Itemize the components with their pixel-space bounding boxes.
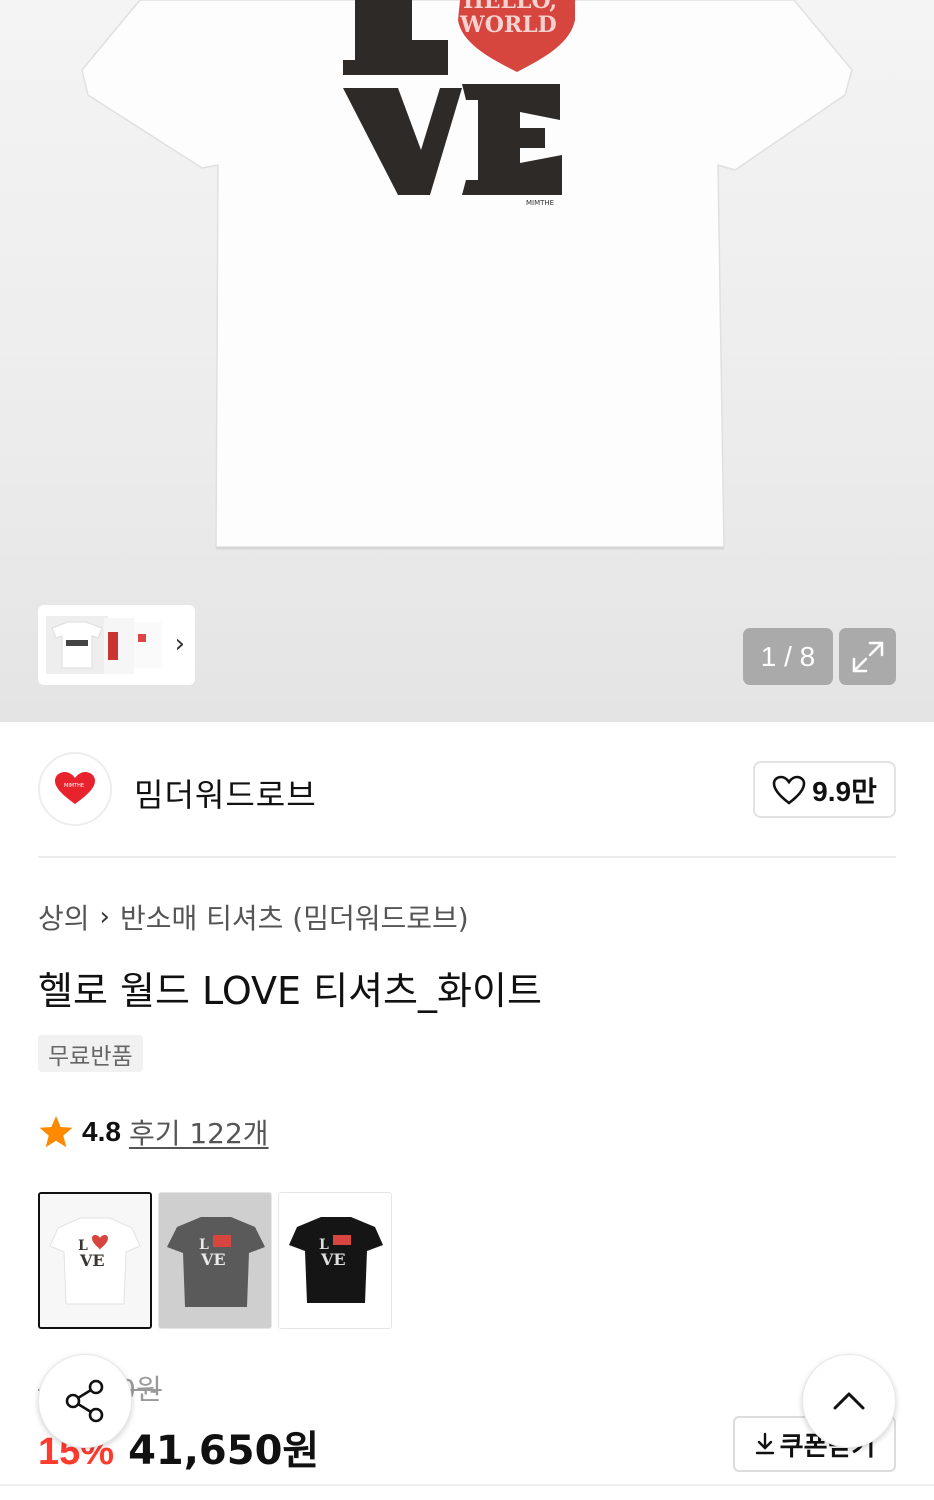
share-icon [65, 1379, 104, 1423]
download-icon [755, 1432, 774, 1455]
svg-text:VE: VE [200, 1250, 226, 1269]
like-count: 9.9만 [812, 775, 877, 807]
product-image-gallery[interactable]: HELLO, WORLD MIMTHE › 1 / 8 [0, 0, 934, 722]
thumbnail-strip[interactable]: › [38, 605, 195, 685]
expand-icon [852, 641, 883, 672]
heart-icon [772, 775, 806, 805]
color-options: L VE L VE L VE [38, 1192, 392, 1329]
breadcrumb-item-subcategory[interactable]: 반소매 티셔츠 (밈더워드로브) [120, 897, 469, 937]
chevron-right-icon[interactable]: › [175, 629, 185, 659]
expand-button[interactable] [839, 628, 896, 685]
divider [38, 856, 896, 858]
svg-text:VE: VE [320, 1250, 346, 1269]
svg-text:VE: VE [79, 1251, 105, 1270]
brand-name[interactable]: 밈더워드로브 [134, 770, 317, 816]
product-title: 헬로 월드 LOVE 티셔츠_화이트 [38, 969, 542, 1013]
rating-row[interactable]: 4.8 후기 122개 [38, 1112, 269, 1152]
rating-score: 4.8 [82, 1116, 121, 1147]
like-button[interactable]: 9.9만 [753, 761, 896, 818]
sale-price: 41,650원 [128, 1428, 320, 1474]
print-brand-text: MIMTHE [526, 199, 554, 207]
chevron-up-icon [833, 1392, 865, 1410]
divider [0, 1484, 934, 1486]
star-icon [39, 1116, 73, 1148]
free-return-badge: 무료반품 [38, 1035, 143, 1072]
svg-text:MIMTHE: MIMTHE [64, 783, 84, 789]
breadcrumb-item-category[interactable]: 상의 [38, 897, 90, 937]
breadcrumb: 상의 › 반소매 티셔츠 (밈더워드로브) [38, 897, 469, 937]
color-option-white[interactable]: L VE [38, 1192, 152, 1329]
brand-heart-logo-icon: MIMTHE [55, 772, 95, 804]
chevron-right-icon: › [99, 902, 110, 932]
thumbnail-images [44, 612, 164, 678]
scroll-top-button[interactable] [802, 1354, 896, 1448]
brand-logo[interactable]: MIMTHE [38, 752, 112, 826]
review-count-link[interactable]: 후기 122개 [129, 1112, 269, 1152]
color-option-charcoal[interactable]: L VE [158, 1192, 272, 1329]
print-text-world: WORLD [459, 12, 557, 38]
share-button[interactable] [38, 1354, 132, 1448]
image-page-counter: 1 / 8 [743, 628, 833, 685]
brand-row[interactable]: MIMTHE 밈더워드로브 9.9만 [38, 752, 896, 828]
color-option-black[interactable]: L VE [278, 1192, 392, 1329]
